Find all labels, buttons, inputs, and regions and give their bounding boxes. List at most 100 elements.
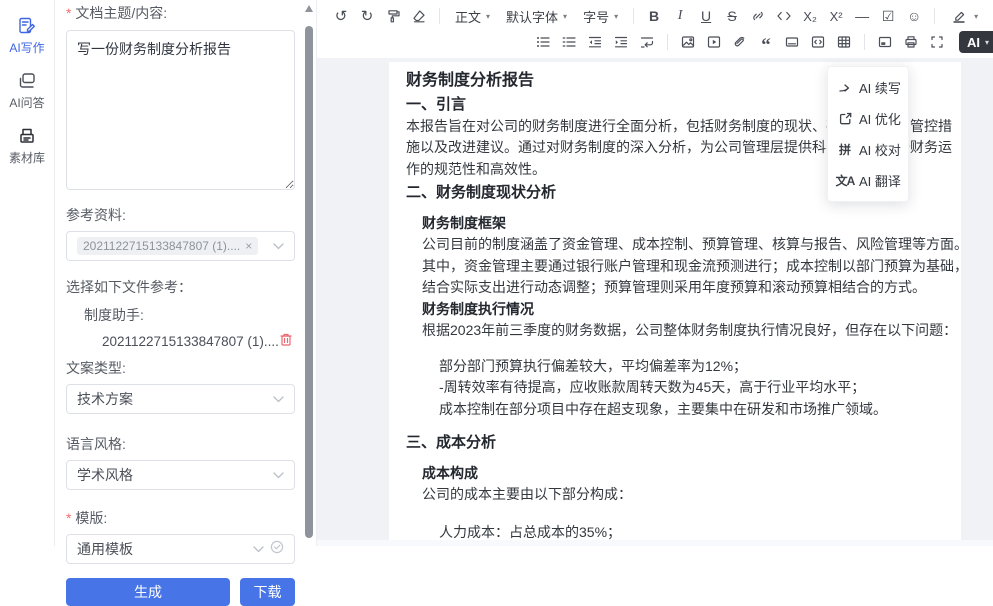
topic-label: 文档主题/内容:: [66, 3, 295, 23]
library-icon: [17, 126, 37, 146]
emoji-icon[interactable]: ☺: [902, 5, 926, 27]
doc-subheading: 成本构成: [406, 463, 943, 485]
scroll-up-arrow-icon[interactable]: [305, 5, 313, 12]
scrollbar-thumb[interactable]: [305, 26, 313, 538]
doc-line: 部分部门预算执行偏差较大，平均偏差率为12%；: [406, 356, 943, 378]
font-color-button[interactable]: A ▾: [984, 5, 993, 27]
doc-line: -周转效率有待提高，应收账款周转天数为45天，高于行业平均水平；: [406, 377, 943, 399]
translate-icon: 文A: [837, 173, 853, 189]
doc-subheading: 财务制度框架: [406, 213, 943, 235]
file-group-label: 制度助手:: [66, 305, 295, 325]
chevron-down-icon: [273, 390, 284, 408]
underline-button[interactable]: U: [694, 5, 718, 27]
doc-type-label: 文案类型:: [66, 358, 295, 378]
link-icon[interactable]: [746, 5, 770, 27]
reference-label: 参考资料:: [66, 205, 295, 225]
bullet-list-icon[interactable]: [531, 31, 555, 53]
menu-item-ai-continue[interactable]: AI 续写: [828, 72, 908, 103]
chevron-down-icon: [273, 466, 284, 484]
reference-tag: 2021122715133847807 (1)....×: [77, 237, 258, 255]
language-style-label: 语言风格:: [66, 434, 295, 454]
menu-item-ai-optimize[interactable]: AI 优化: [828, 103, 908, 134]
doc-heading: 三、成本分析: [406, 432, 943, 454]
doc-subheading: 财务制度执行情况: [406, 299, 943, 321]
attachment-icon[interactable]: [728, 31, 752, 53]
nav-item-ai-writing[interactable]: AI写作: [0, 16, 54, 56]
font-color-icon: A: [988, 5, 993, 27]
page-setup-icon[interactable]: [873, 31, 897, 53]
doc-line: 人力成本：占总成本的35%；: [406, 522, 943, 541]
continue-icon: [837, 80, 853, 96]
menu-item-ai-proofread[interactable]: 拼 AI 校对: [828, 134, 908, 165]
indent-icon[interactable]: [609, 31, 633, 53]
subscript-button[interactable]: X₂: [798, 5, 822, 27]
template-value: 通用模板: [77, 539, 247, 559]
ai-dropdown-menu: AI 续写 AI 优化 拼 AI 校对 文A AI 翻译: [827, 66, 909, 202]
video-icon[interactable]: [702, 31, 726, 53]
highlight-color-button[interactable]: ▾: [943, 5, 982, 27]
doc-type-select[interactable]: 技术方案: [66, 384, 295, 414]
editor-toolbar: ↺ ↻ 正文▾ 默认字体▾ 字号▾ B I U S X₂ X²: [317, 0, 993, 58]
nav-item-ai-qa[interactable]: AI问答: [0, 71, 54, 111]
chevron-down-icon: [253, 540, 264, 558]
menu-item-ai-translate[interactable]: 文A AI 翻译: [828, 165, 908, 196]
template-select[interactable]: 通用模板: [66, 534, 295, 564]
ai-menu-button[interactable]: AI▾: [959, 31, 993, 53]
bold-button[interactable]: B: [642, 5, 666, 27]
optimize-icon: [837, 111, 853, 127]
undo-button[interactable]: ↺: [329, 5, 353, 27]
eraser-icon[interactable]: [407, 5, 431, 27]
panel-scrollbar[interactable]: [303, 0, 316, 546]
nav-item-material-library[interactable]: 素材库: [0, 126, 54, 166]
task-list-icon[interactable]: ☑: [876, 5, 900, 27]
divider-block-icon[interactable]: [780, 31, 804, 53]
doc-line: 其中，资金管理主要通过银行账户管理和现金流预测进行；成本控制以部门预算为基础，: [406, 256, 943, 278]
font-size-select[interactable]: 字号▾: [576, 5, 625, 27]
redo-button[interactable]: ↻: [355, 5, 379, 27]
files-label: 选择如下文件参考：: [66, 277, 295, 297]
superscript-button[interactable]: X²: [824, 5, 848, 27]
line-break-icon[interactable]: [635, 31, 659, 53]
doc-edit-icon: [17, 16, 37, 36]
chevron-down-icon: [273, 237, 284, 255]
nav-label: 素材库: [9, 149, 45, 166]
strikethrough-button[interactable]: S: [720, 5, 744, 27]
italic-button[interactable]: I: [668, 5, 692, 27]
language-style-select[interactable]: 学术风格: [66, 460, 295, 490]
image-icon[interactable]: [676, 31, 700, 53]
doc-line: 根据2023年前三季度的财务数据，公司整体财务制度执行情况良好，但存在以下问题：: [406, 320, 943, 342]
horizontal-rule-icon[interactable]: —: [850, 5, 874, 27]
table-icon[interactable]: [832, 31, 856, 53]
file-row: 2021122715133847807 (1)....: [66, 332, 295, 350]
topic-input[interactable]: 写一份财务制度分析报告: [66, 30, 295, 190]
generate-button[interactable]: 生成: [66, 578, 230, 606]
chat-icon: [17, 71, 37, 91]
nav-label: AI问答: [9, 94, 44, 111]
highlight-pen-icon: [947, 5, 971, 27]
outdent-icon[interactable]: [583, 31, 607, 53]
download-button[interactable]: 下载: [240, 578, 295, 606]
inline-code-icon[interactable]: [772, 5, 796, 27]
nav-label: AI写作: [9, 39, 44, 56]
format-painter-icon[interactable]: [381, 5, 405, 27]
blockquote-icon[interactable]: “: [754, 31, 778, 53]
fullscreen-icon[interactable]: [925, 31, 949, 53]
tag-remove-icon[interactable]: ×: [245, 239, 252, 253]
doc-line: 成本控制在部分项目中存在超支现象，主要集中在研发和市场推广领域。: [406, 399, 943, 421]
reference-select[interactable]: 2021122715133847807 (1)....×: [66, 231, 295, 261]
code-block-icon[interactable]: [806, 31, 830, 53]
writing-form-panel: 文档主题/内容: 写一份财务制度分析报告 参考资料: 2021122715133…: [56, 0, 303, 546]
check-circle-icon: [270, 540, 284, 559]
ordered-list-icon[interactable]: [557, 31, 581, 53]
paragraph-style-select[interactable]: 正文▾: [448, 5, 497, 27]
horizontal-scrollbar[interactable]: [317, 540, 993, 546]
file-name: 2021122715133847807 (1)....: [102, 334, 279, 349]
print-icon[interactable]: [899, 31, 923, 53]
template-label: 模版:: [66, 508, 295, 528]
delete-file-icon[interactable]: [279, 332, 293, 350]
proofread-icon: 拼: [837, 142, 853, 158]
font-family-select[interactable]: 默认字体▾: [499, 5, 574, 27]
nav-rail: AI写作 AI问答 素材库: [0, 0, 55, 546]
doc-type-value: 技术方案: [77, 389, 267, 409]
doc-line: 公司目前的制度涵盖了资金管理、成本控制、预算管理、核算与报告、风险管理等方面。: [406, 234, 943, 256]
